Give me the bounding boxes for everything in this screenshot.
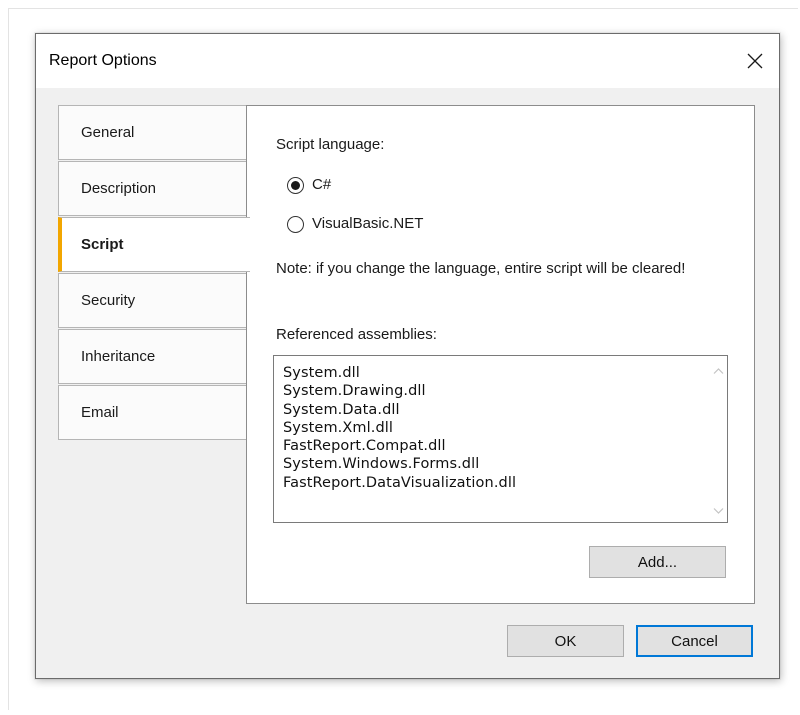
- tab-label: Email: [81, 404, 119, 421]
- list-item[interactable]: System.Xml.dll: [283, 419, 727, 437]
- radio-visualbasic-label[interactable]: VisualBasic.NET: [312, 215, 423, 232]
- tab-label: General: [81, 124, 135, 141]
- chevron-up-icon[interactable]: [713, 364, 724, 375]
- list-item[interactable]: System.dll: [283, 364, 727, 382]
- tab-label: Inheritance: [81, 348, 156, 365]
- dialog-title: Report Options: [49, 52, 157, 69]
- vertical-scrollbar[interactable]: [710, 356, 727, 522]
- tab-description[interactable]: Description: [58, 161, 248, 216]
- radio-csharp[interactable]: [287, 177, 304, 194]
- cancel-button[interactable]: Cancel: [636, 625, 753, 657]
- list-item[interactable]: FastReport.Compat.dll: [283, 437, 727, 455]
- list-item[interactable]: System.Drawing.dll: [283, 382, 727, 400]
- close-icon: [747, 53, 763, 69]
- list-item[interactable]: System.Windows.Forms.dll: [283, 455, 727, 473]
- tab-script[interactable]: Script: [58, 217, 250, 272]
- list-item[interactable]: System.Data.dll: [283, 401, 727, 419]
- tab-email[interactable]: Email: [58, 385, 248, 440]
- tab-general[interactable]: General: [58, 105, 248, 160]
- title-bar: Report Options: [36, 34, 779, 88]
- referenced-assemblies-list[interactable]: System.dll System.Drawing.dll System.Dat…: [273, 355, 728, 523]
- radio-visualbasic[interactable]: [287, 216, 304, 233]
- script-panel: Script language: C# VisualBasic.NET Note…: [246, 105, 755, 604]
- tab-label: Security: [81, 292, 136, 309]
- tab-label: Script: [81, 236, 124, 253]
- language-change-note: Note: if you change the language, entire…: [276, 260, 686, 277]
- script-language-label: Script language:: [276, 136, 385, 153]
- tab-security[interactable]: Security: [58, 273, 248, 328]
- report-options-dialog: Report Options General Description Secur…: [35, 33, 780, 679]
- list-item[interactable]: FastReport.DataVisualization.dll: [283, 474, 727, 492]
- chevron-down-icon[interactable]: [713, 503, 724, 514]
- close-button[interactable]: [731, 34, 779, 88]
- tab-inheritance[interactable]: Inheritance: [58, 329, 248, 384]
- ok-button[interactable]: OK: [507, 625, 624, 657]
- referenced-assemblies-label: Referenced assemblies:: [276, 326, 437, 343]
- tab-label: Description: [81, 180, 157, 197]
- radio-csharp-label[interactable]: C#: [312, 176, 331, 193]
- add-assembly-button[interactable]: Add...: [589, 546, 726, 578]
